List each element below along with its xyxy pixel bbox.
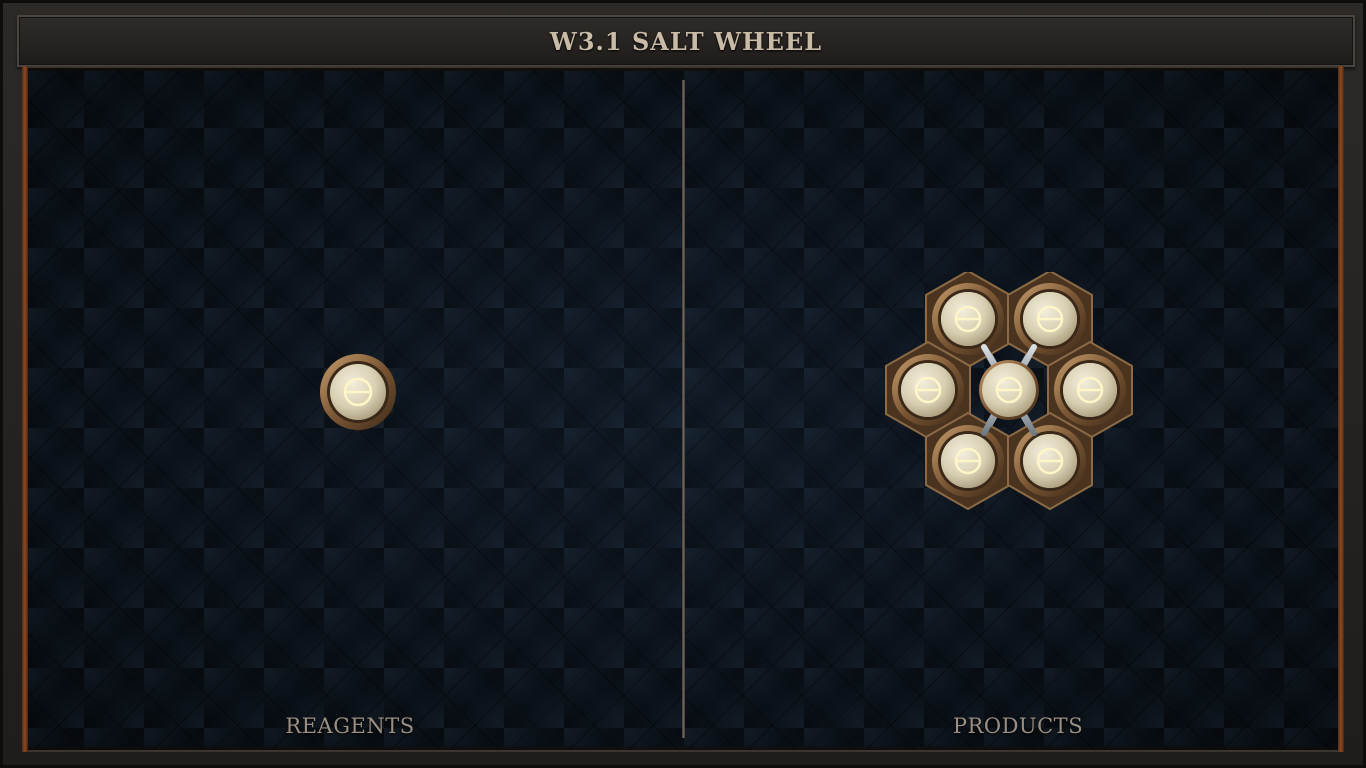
reagent-molecule[interactable] [316,350,400,434]
product-molecule-graphic [884,272,1134,510]
right-rail [1338,66,1344,752]
product-molecule[interactable] [884,272,1134,510]
panel-divider [682,80,685,738]
reagent-molecule-graphic [320,352,396,432]
products-label: PRODUCTS [952,714,1084,738]
salt-atom-icon [979,360,1039,420]
left-rail [22,66,28,752]
puzzle-title: W3.1 SALT WHEEL [549,26,823,56]
title-bar: W3.1 SALT WHEEL [17,15,1355,67]
reagents-label: REAGENTS [285,714,415,738]
